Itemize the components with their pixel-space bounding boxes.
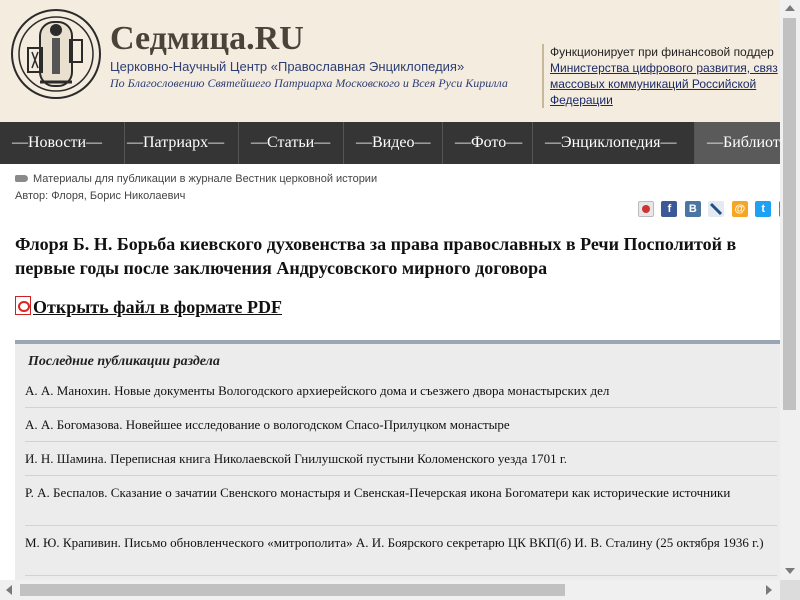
mailru-icon[interactable]: @ (731, 201, 748, 217)
article-title: Флоря Б. Н. Борьба киевского духовенства… (15, 234, 737, 278)
nav-item-library[interactable]: —Библиот (695, 122, 780, 164)
pdf-icon (15, 296, 31, 315)
divider (25, 407, 777, 408)
scroll-down-icon[interactable] (785, 568, 795, 574)
site-title[interactable]: Седмица.RU (110, 20, 304, 58)
ministry-link[interactable]: Министерства цифрового развития, связ ма… (550, 60, 780, 108)
share-icon[interactable] (638, 201, 654, 217)
nav-item-patriarch[interactable]: —Патриарх— (115, 122, 239, 164)
livejournal-icon[interactable] (708, 201, 725, 217)
vertical-scroll-thumb[interactable] (783, 18, 796, 410)
funding-notice: Функционирует при финансовой поддер Мини… (542, 44, 780, 108)
scroll-left-icon[interactable] (6, 585, 12, 595)
main-nav: —Новости— —Патриарх— —Статьи— —Видео— —Ф… (0, 122, 780, 164)
vertical-scrollbar[interactable] (780, 0, 800, 580)
rubric: Материалы для публикации в журнале Вестн… (15, 173, 377, 185)
site-header: Седмица.RU Церковно-Научный Центр «Право… (0, 0, 780, 122)
facebook-icon[interactable]: f (661, 201, 678, 217)
site-subtitle: Церковно-Научный Центр «Православная Энц… (110, 59, 465, 74)
nav-item-articles[interactable]: —Статьи— (239, 122, 344, 164)
site-logo[interactable] (10, 8, 102, 100)
tag-icon (15, 174, 28, 182)
list-item[interactable]: Р. А. Беспалов. Сказание о зачатии Свенс… (25, 484, 765, 501)
divider (25, 475, 777, 476)
recent-publications: Последние публикации раздела А. А. Манох… (15, 340, 780, 580)
scrollbar-corner (780, 580, 800, 600)
pdf-link-label[interactable]: Открыть файл в формате PDF (33, 297, 282, 317)
nav-item-photo[interactable]: —Фото— (443, 122, 533, 164)
horizontal-scroll-thumb[interactable] (20, 584, 565, 596)
rubric-link[interactable]: Материалы для публикации в журнале Вестн… (33, 173, 377, 185)
list-item[interactable]: А. А. Манохин. Новые документы Вологодск… (25, 382, 765, 399)
divider (25, 441, 777, 442)
list-item[interactable]: М. Ю. Крапивин. Письмо обновленческого «… (25, 534, 765, 551)
page: Седмица.RU Церковно-Научный Центр «Право… (0, 0, 780, 580)
share-bar: f B @ t g (638, 201, 780, 217)
scroll-up-icon[interactable] (785, 5, 795, 11)
article-author[interactable]: Автор: Флоря, Борис Николаевич (15, 190, 185, 202)
pdf-link[interactable]: Открыть файл в формате PDF (15, 296, 282, 318)
nav-item-encyclopedia[interactable]: —Энциклопедия— (533, 122, 695, 164)
twitter-icon[interactable]: t (755, 201, 772, 217)
horizontal-scrollbar[interactable] (0, 580, 780, 600)
list-item[interactable]: А. А. Богомазова. Новейшее исследование … (25, 416, 765, 433)
nav-item-video[interactable]: —Видео— (344, 122, 443, 164)
divider (25, 525, 777, 526)
nav-item-news[interactable]: —Новости— (0, 122, 125, 164)
list-item[interactable]: И. Н. Шамина. Переписная книга Николаевс… (25, 450, 765, 467)
vkontakte-icon[interactable]: B (684, 201, 701, 217)
funding-label: Функционирует при финансовой поддер (550, 45, 774, 59)
site-blessing: По Благословению Святейшего Патриарха Мо… (110, 76, 508, 90)
scroll-right-icon[interactable] (766, 585, 772, 595)
recent-title: Последние публикации раздела (28, 354, 220, 369)
divider (25, 575, 777, 576)
